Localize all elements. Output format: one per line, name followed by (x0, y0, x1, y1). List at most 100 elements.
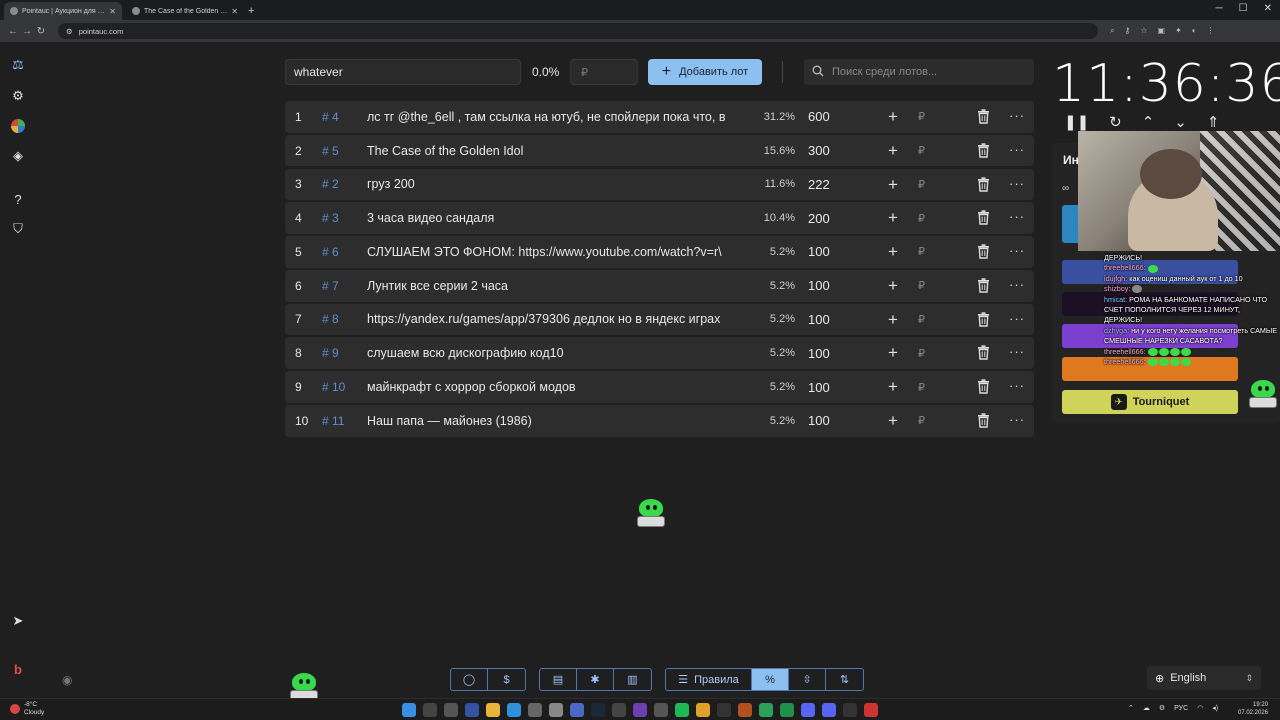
app-icon[interactable] (822, 703, 836, 717)
lot-amount[interactable]: 100 (808, 346, 830, 361)
url-field[interactable]: ⚙ pointauc.com (58, 23, 1098, 39)
delete-trash-icon[interactable] (977, 345, 990, 361)
key-icon[interactable]: ⚷ (1124, 26, 1130, 36)
delete-trash-icon[interactable] (977, 210, 990, 226)
lot-amount[interactable]: 100 (808, 244, 830, 259)
more-options-icon[interactable]: ··· (1009, 277, 1025, 292)
lot-name-input[interactable]: whatever (285, 59, 521, 85)
donate-dollar-icon[interactable]: $ (488, 669, 525, 690)
more-options-icon[interactable]: ··· (1009, 412, 1025, 427)
lot-name[interactable]: Лунтик все серии 2 часа (367, 279, 747, 293)
delete-trash-icon[interactable] (977, 311, 990, 327)
lot-amount-input[interactable]: ₽ (570, 59, 638, 85)
add-amount-icon[interactable]: + (888, 276, 898, 296)
menu-icon[interactable]: ⋮ (1207, 26, 1215, 36)
lot-name[interactable]: майнкрафт с хоррор сборкой модов (367, 380, 747, 394)
site-info-icon[interactable]: ⚙ (66, 27, 73, 36)
delete-trash-icon[interactable] (977, 176, 990, 192)
more-options-icon[interactable]: ··· (1009, 344, 1025, 359)
lot-extra-amount-input[interactable]: ₽ (918, 212, 925, 225)
lot-name[interactable]: лс тг @the_6ell , там ссылка на ютуб, не… (367, 110, 747, 124)
app-icon[interactable] (633, 703, 647, 717)
lot-amount[interactable]: 222 (808, 177, 830, 192)
layers-icon[interactable]: ◈ (9, 147, 27, 165)
lot-name[interactable]: 3 часа видео сандаля (367, 211, 747, 225)
lot-name[interactable]: слушаем всю дискографию код10 (367, 346, 747, 360)
github-icon[interactable]: ◯ (451, 669, 488, 690)
explorer-icon[interactable] (486, 703, 500, 717)
steam-icon[interactable] (591, 703, 605, 717)
delete-trash-icon[interactable] (977, 278, 990, 293)
zoom-icon[interactable]: ⌕ (1110, 26, 1114, 36)
app-icon[interactable] (465, 703, 479, 717)
more-options-icon[interactable]: ··· (1009, 176, 1025, 191)
spotify-icon[interactable] (675, 703, 689, 717)
save-icon[interactable]: ▤ (540, 669, 577, 690)
lot-amount[interactable]: 200 (808, 211, 830, 226)
back-icon[interactable]: ← (6, 26, 20, 37)
more-options-icon[interactable]: ··· (1009, 378, 1025, 393)
compact-view-icon[interactable]: ⇳ (789, 669, 826, 690)
tray-app-icon[interactable]: ⚙ (1159, 704, 1165, 712)
lot-amount[interactable]: 600 (808, 109, 830, 124)
more-options-icon[interactable]: ··· (1009, 142, 1025, 157)
lot-extra-amount-input[interactable]: ₽ (918, 381, 925, 394)
browser-tab-golden-idol[interactable]: The Case of the Golden Idol - S ✕ (126, 2, 244, 20)
weather-widget[interactable]: -8°C Cloudy (10, 701, 44, 717)
lot-name[interactable]: СЛУШАЕМ ЭТО ФОНОМ: https://www.youtube.c… (367, 245, 747, 259)
close-tab-icon[interactable]: ✕ (231, 7, 238, 16)
add-lot-button[interactable]: + Добавить лот (648, 59, 762, 85)
tourniquet-button[interactable]: ✈ Tourniquet (1062, 390, 1238, 414)
tray-chevron-icon[interactable]: ⌃ (1128, 704, 1134, 712)
lot-name[interactable]: Наш папа — майонез (1986) (367, 414, 747, 428)
search-taskbar-icon[interactable] (423, 703, 437, 717)
puzzle-icon[interactable]: ✦ (1175, 26, 1182, 36)
lot-extra-amount-input[interactable]: ₽ (918, 414, 925, 427)
chevron-up-icon[interactable]: ⌃ (1142, 113, 1155, 131)
add-amount-icon[interactable]: + (888, 175, 898, 195)
delete-trash-icon[interactable] (977, 379, 990, 394)
more-options-icon[interactable]: ··· (1009, 209, 1025, 224)
reload-icon[interactable]: ↻ (34, 26, 48, 37)
app-icon[interactable] (570, 703, 584, 717)
app-icon[interactable] (444, 703, 458, 717)
add-amount-icon[interactable]: + (888, 310, 898, 330)
tray-app-icon[interactable]: ☁ (1143, 704, 1150, 712)
lot-amount[interactable]: 100 (808, 413, 830, 428)
app-icon[interactable] (717, 703, 731, 717)
chevrons-up-icon[interactable]: ⇑ (1207, 113, 1220, 131)
app-icon[interactable] (507, 703, 521, 717)
more-options-icon[interactable]: ··· (1009, 243, 1025, 258)
add-amount-icon[interactable]: + (888, 411, 898, 431)
minimize-icon[interactable]: ─ (1216, 3, 1223, 14)
bug-icon[interactable]: ✱ (577, 669, 614, 690)
more-options-icon[interactable]: ··· (1009, 108, 1025, 123)
add-amount-icon[interactable]: + (888, 242, 898, 262)
app-icon[interactable] (759, 703, 773, 717)
reset-icon[interactable]: ↻ (1109, 113, 1122, 131)
sort-icon[interactable]: ⇅ (826, 669, 863, 690)
app-icon[interactable] (843, 703, 857, 717)
lot-extra-amount-input[interactable]: ₽ (918, 279, 925, 292)
chevron-down-icon[interactable]: ⌄ (1174, 113, 1187, 131)
app-icon[interactable] (738, 703, 752, 717)
delete-trash-icon[interactable] (977, 413, 990, 428)
auction-gavel-icon[interactable]: ⚖ (9, 56, 27, 74)
language-select[interactable]: ⊕ English ⇕ (1147, 666, 1261, 690)
windows-start-icon[interactable] (402, 703, 416, 717)
settings-gear-icon[interactable]: ⚙ (9, 87, 27, 105)
lot-name[interactable]: https://yandex.ru/games/app/379306 дедло… (367, 312, 747, 326)
help-icon[interactable]: ? (9, 190, 27, 208)
percent-toggle-icon[interactable]: % (752, 669, 789, 690)
app-icon[interactable] (864, 703, 878, 717)
delete-trash-icon[interactable] (977, 244, 990, 259)
lot-extra-amount-input[interactable]: ₽ (918, 245, 925, 258)
maximize-icon[interactable]: ☐ (1239, 3, 1248, 14)
browser-tab-pointauc[interactable]: Pointauc | Аукцион для стрима ✕ (4, 2, 122, 20)
add-amount-icon[interactable]: + (888, 377, 898, 397)
profile-icon[interactable]: ◐ (1192, 26, 1197, 36)
add-amount-icon[interactable]: + (888, 343, 898, 363)
lot-amount[interactable]: 100 (808, 312, 830, 327)
wheel-icon[interactable] (9, 117, 27, 135)
new-tab-button[interactable]: + (248, 5, 254, 17)
